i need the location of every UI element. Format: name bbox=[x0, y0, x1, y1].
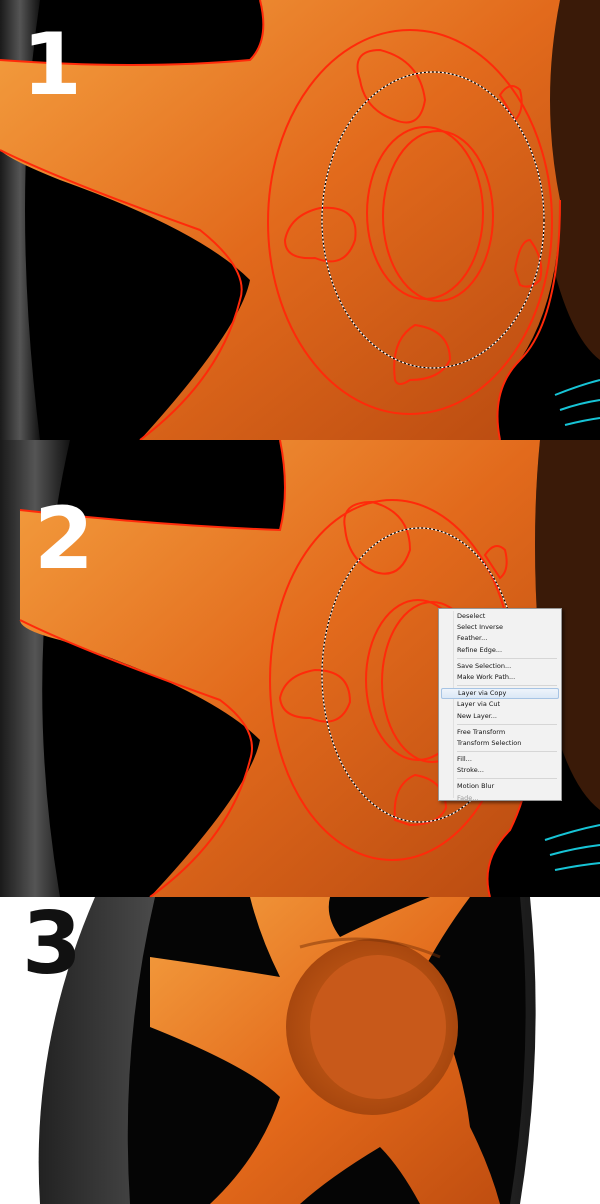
menu-item-layer-via-copy[interactable]: Layer via Copy bbox=[441, 688, 559, 700]
menu-separator bbox=[457, 685, 557, 687]
wheel-artwork-3 bbox=[0, 897, 600, 1204]
menu-item-make-work-path[interactable]: Make Work Path... bbox=[441, 672, 559, 683]
menu-item-transform-selection[interactable]: Transform Selection bbox=[441, 738, 559, 749]
menu-item-feather[interactable]: Feather... bbox=[441, 633, 559, 644]
menu-item-save-selection[interactable]: Save Selection... bbox=[441, 661, 559, 672]
step-1-panel: 1 bbox=[0, 0, 600, 440]
context-menu: Deselect Select Inverse Feather... Refine E… bbox=[438, 608, 562, 802]
wheel-artwork-1 bbox=[0, 0, 600, 440]
step-2-panel: 2 Deselect Select Inverse Feather... Refine… bbox=[0, 440, 600, 897]
menu-item-stroke[interactable]: Stroke... bbox=[441, 765, 559, 776]
menu-item-free-transform[interactable]: Free Transform bbox=[441, 727, 559, 738]
menu-item-fade: Fade... bbox=[457, 793, 479, 802]
step-number: 2 bbox=[34, 489, 94, 589]
menu-separator bbox=[457, 657, 557, 659]
step-number: 1 bbox=[22, 15, 82, 115]
menu-item-motion-blur[interactable]: Motion Blur bbox=[441, 781, 559, 792]
menu-separator bbox=[457, 723, 557, 725]
menu-item-refine-edge[interactable]: Refine Edge... bbox=[441, 645, 559, 656]
menu-item-fill[interactable]: Fill... bbox=[441, 754, 559, 765]
menu-item-deselect[interactable]: Deselect bbox=[441, 611, 559, 622]
menu-item-new-layer[interactable]: New Layer... bbox=[441, 711, 559, 722]
step-number: 3 bbox=[22, 897, 82, 994]
step-3-panel: 3 bbox=[0, 897, 600, 1204]
menu-separator bbox=[457, 751, 557, 753]
menu-item-layer-via-cut[interactable]: Layer via Cut bbox=[441, 699, 559, 710]
menu-separator bbox=[457, 778, 557, 780]
menu-item-select-inverse[interactable]: Select Inverse bbox=[441, 622, 559, 633]
